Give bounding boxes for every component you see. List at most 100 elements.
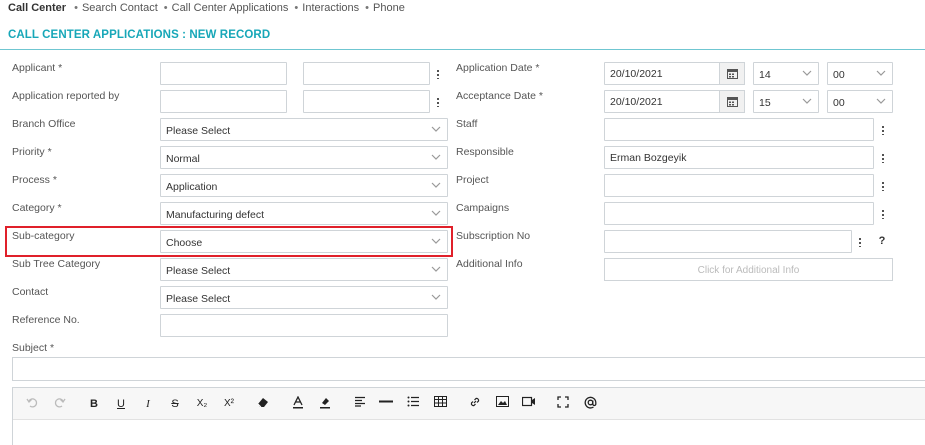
acceptance-hour-select[interactable]: 15 [753, 90, 819, 113]
priority-select[interactable]: Normal [160, 146, 448, 169]
category-value: Manufacturing defect [166, 209, 265, 221]
breadcrumb-call-center[interactable]: Call Center [8, 2, 66, 16]
underline-button[interactable]: U [114, 396, 128, 412]
superscript-button[interactable]: X² [222, 396, 236, 412]
breadcrumb-interactions[interactable]: Interactions [294, 2, 359, 16]
applicant-input-2[interactable] [303, 62, 430, 85]
help-icon[interactable]: ? [875, 235, 889, 249]
process-label: Process * [12, 174, 57, 186]
subtree-category-label: Sub Tree Category [12, 258, 101, 270]
project-more-icon[interactable] [875, 174, 891, 197]
horizontal-rule-icon[interactable] [379, 396, 393, 412]
staff-input[interactable] [604, 118, 874, 141]
application-hour-value: 14 [759, 69, 771, 81]
subcategory-highlight-box [5, 226, 453, 257]
category-label: Category * [12, 202, 62, 214]
title-bar: CALL CENTER APPLICATIONS : NEW RECORD [0, 24, 925, 50]
chevron-down-icon [802, 96, 812, 106]
responsible-value: Erman Bozgeyik [610, 152, 687, 164]
campaigns-label: Campaigns [456, 202, 510, 214]
subscription-more-icon[interactable] [852, 230, 868, 253]
reference-no-label: Reference No. [12, 314, 80, 326]
contact-select[interactable]: Please Select [160, 286, 448, 309]
branch-office-value: Please Select [166, 125, 231, 137]
link-icon[interactable] [468, 396, 482, 412]
chevron-down-icon [431, 152, 441, 162]
acceptance-minute-value: 00 [833, 97, 845, 109]
branch-office-label: Branch Office [12, 118, 76, 130]
calendar-icon[interactable] [719, 62, 745, 85]
italic-button[interactable]: I [141, 396, 155, 412]
page-title: CALL CENTER APPLICATIONS : NEW RECORD [8, 29, 271, 41]
strikethrough-button[interactable]: S [168, 396, 182, 412]
rich-text-editor[interactable]: B U I S X₂ X² [12, 387, 925, 445]
application-date-label: Application Date * [456, 62, 540, 74]
breadcrumb-phone[interactable]: Phone [365, 2, 405, 16]
category-select[interactable]: Manufacturing defect [160, 202, 448, 225]
eraser-icon[interactable] [256, 396, 270, 412]
image-icon[interactable] [495, 396, 509, 412]
fullscreen-icon[interactable] [556, 396, 570, 412]
subscript-button[interactable]: X₂ [195, 396, 209, 412]
subtree-category-select[interactable]: Please Select [160, 258, 448, 281]
breadcrumb-call-center-applications[interactable]: Call Center Applications [164, 2, 289, 16]
highlight-color-icon[interactable] [318, 396, 332, 412]
breadcrumb-search-contact[interactable]: Search Contact [74, 2, 158, 16]
priority-value: Normal [166, 153, 200, 165]
chevron-down-icon [431, 180, 441, 190]
process-value: Application [166, 181, 218, 193]
applicant-input-1[interactable] [160, 62, 287, 85]
font-color-icon[interactable] [291, 395, 305, 412]
chevron-down-icon [802, 68, 812, 78]
breadcrumb: Call Center Search Contact Call Center A… [8, 2, 405, 16]
align-left-icon[interactable] [353, 396, 367, 412]
chevron-down-icon [431, 292, 441, 302]
responsible-more-icon[interactable] [875, 146, 891, 169]
editor-toolbar: B U I S X₂ X² [13, 388, 925, 420]
undo-icon[interactable] [25, 396, 39, 412]
project-input[interactable] [604, 174, 874, 197]
acceptance-minute-select[interactable]: 00 [827, 90, 893, 113]
acceptance-date-label: Acceptance Date * [456, 90, 543, 102]
chevron-down-icon [876, 96, 886, 106]
acceptance-hour-value: 15 [759, 97, 771, 109]
chevron-down-icon [431, 124, 441, 134]
reported-by-input-1[interactable] [160, 90, 287, 113]
responsible-input[interactable]: Erman Bozgeyik [604, 146, 874, 169]
applicant-label: Applicant * [12, 62, 63, 74]
project-label: Project [456, 174, 489, 186]
responsible-label: Responsible [456, 146, 514, 158]
campaigns-input[interactable] [604, 202, 874, 225]
redo-icon[interactable] [53, 396, 67, 412]
staff-more-icon[interactable] [875, 118, 891, 141]
applicant-more-icon[interactable] [430, 62, 446, 85]
subscription-no-label: Subscription No [456, 230, 531, 242]
application-minute-select[interactable]: 00 [827, 62, 893, 85]
contact-label: Contact [12, 286, 49, 298]
application-date-input[interactable]: 20/10/2021 [604, 62, 720, 85]
acceptance-date-input[interactable]: 20/10/2021 [604, 90, 720, 113]
subject-label: Subject * [12, 342, 55, 354]
application-minute-value: 00 [833, 69, 845, 81]
additional-info-button[interactable]: Click for Additional Info [604, 258, 893, 281]
application-date-value: 20/10/2021 [610, 68, 663, 80]
mention-icon[interactable] [583, 396, 597, 412]
contact-value: Please Select [166, 293, 231, 305]
reported-by-more-icon[interactable] [430, 90, 446, 113]
staff-label: Staff [456, 118, 478, 130]
video-icon[interactable] [521, 396, 536, 412]
campaigns-more-icon[interactable] [875, 202, 891, 225]
branch-office-select[interactable]: Please Select [160, 118, 448, 141]
reference-no-input[interactable] [160, 314, 448, 337]
reported-by-input-2[interactable] [303, 90, 430, 113]
subject-input[interactable] [12, 357, 925, 381]
application-hour-select[interactable]: 14 [753, 62, 819, 85]
calendar-icon[interactable] [719, 90, 745, 113]
subscription-no-input[interactable] [604, 230, 852, 253]
table-icon[interactable] [433, 396, 447, 412]
bold-button[interactable]: B [87, 396, 101, 412]
list-icon[interactable] [406, 396, 420, 412]
process-select[interactable]: Application [160, 174, 448, 197]
chevron-down-icon [431, 264, 441, 274]
chevron-down-icon [431, 208, 441, 218]
